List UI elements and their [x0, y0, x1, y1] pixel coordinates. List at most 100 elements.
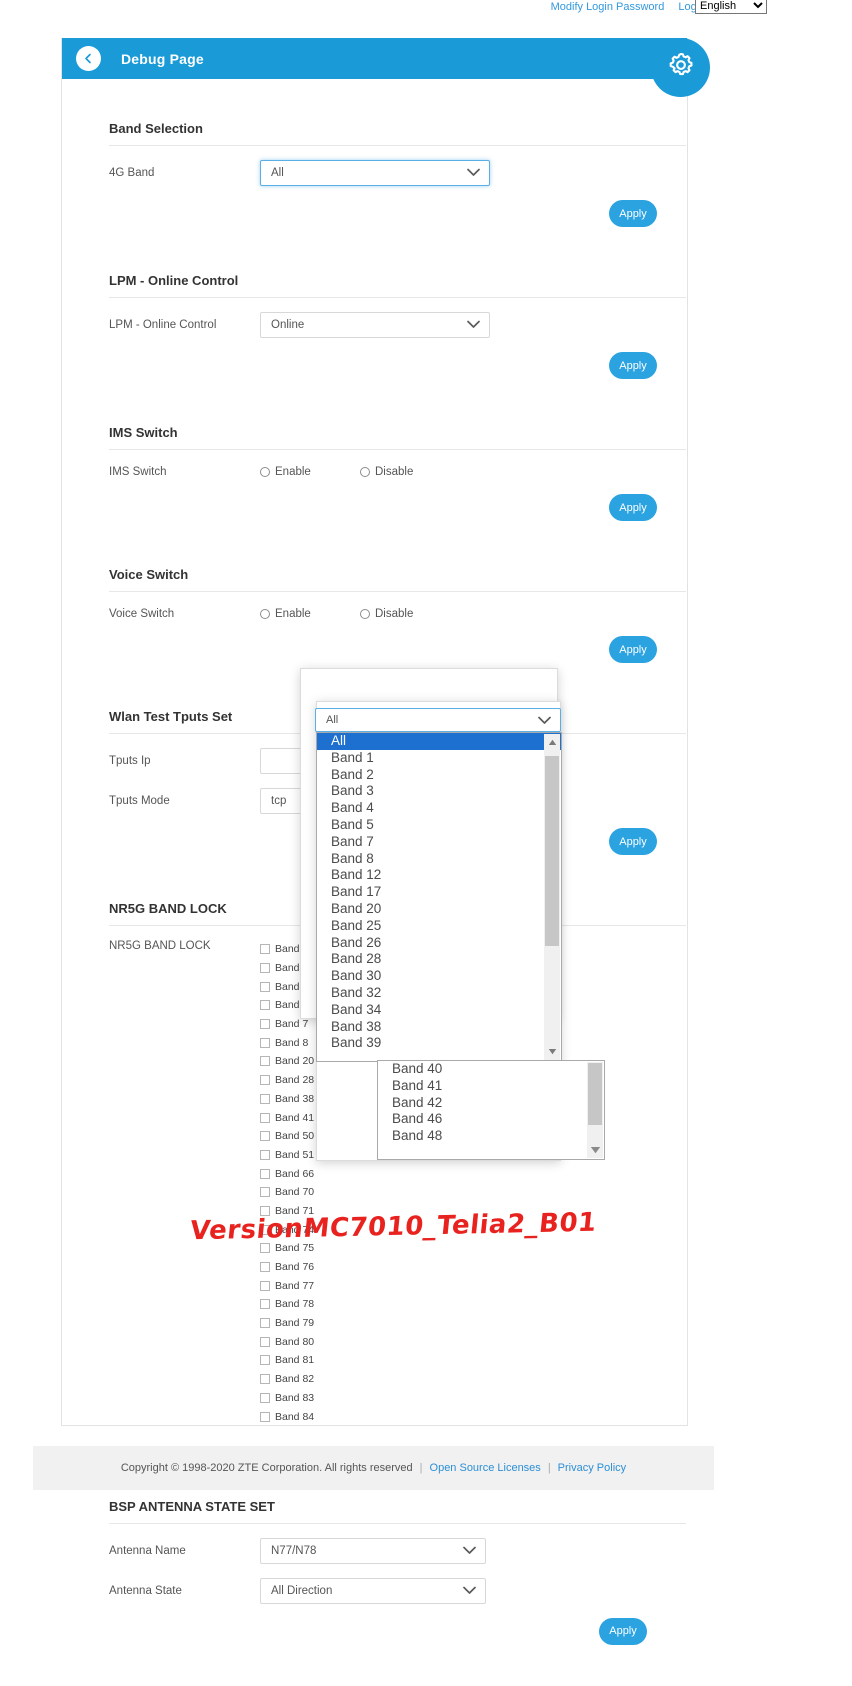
dropdown-option[interactable]: Band 25 [317, 918, 561, 935]
footer-separator: | [547, 1462, 551, 1474]
dropdown-option[interactable]: Band 20 [317, 901, 561, 918]
band-checkbox-item[interactable]: Band 66 [260, 1164, 314, 1183]
radio-circle-icon [260, 467, 270, 477]
apply-button-wlan[interactable]: Apply [609, 828, 657, 855]
band-checkbox-item[interactable]: Band 38 [260, 1090, 314, 1109]
band-checkbox-item[interactable]: Band 79 [260, 1314, 314, 1333]
dropdown-option[interactable]: Band 48 [378, 1128, 604, 1145]
checkbox-icon [260, 1187, 270, 1198]
band-checkbox-item[interactable]: Band 80 [260, 1332, 314, 1351]
privacy-policy-link[interactable]: Privacy Policy [558, 1462, 626, 1474]
label-nr5g-band-lock: NR5G BAND LOCK [109, 940, 211, 952]
checkbox-icon [260, 1392, 270, 1403]
checkbox-icon [260, 1056, 270, 1067]
chevron-down-icon [538, 716, 551, 728]
scrollbar-thumb[interactable] [545, 756, 559, 946]
radio-circle-icon [260, 609, 270, 619]
scroll-down-arrow-icon[interactable] [544, 1043, 560, 1060]
dropdown-option[interactable]: Band 2 [317, 767, 561, 784]
apply-wrap-band-selection: Apply [62, 186, 687, 243]
dropdown-option[interactable]: Band 40 [378, 1061, 604, 1078]
dropdown-option[interactable]: Band 30 [317, 968, 561, 985]
checkbox-icon [260, 944, 270, 955]
band-checkbox-item[interactable]: Band 84 [260, 1407, 314, 1426]
footer-separator: | [419, 1462, 423, 1474]
dropdown-option[interactable]: Band 8 [317, 851, 561, 868]
band-checkbox-item[interactable]: Band 8 [260, 1033, 314, 1052]
dropdown-option[interactable]: Band 41 [378, 1078, 604, 1095]
checkbox-icon [260, 1093, 270, 1104]
dropdown-option[interactable]: Band 3 [317, 783, 561, 800]
dropdown-option[interactable]: Band 17 [317, 884, 561, 901]
row-antenna-name: Antenna Name N77/N78 [62, 1524, 687, 1564]
radio-ims-disable-label: Disable [375, 466, 414, 478]
dropdown-option[interactable]: Band 5 [317, 817, 561, 834]
open-dropdown-option-list[interactable]: All Band 1 Band 2 Band 3 Band 4 Band 5 Band 7B… [316, 732, 562, 1062]
dropdown-option[interactable]: Band 38 [317, 1019, 561, 1036]
band-checkbox-label: Band 7 [275, 1018, 309, 1031]
modify-login-password-link[interactable]: Modify Login Password [551, 1, 665, 13]
section-title-voice: Voice Switch [109, 567, 189, 582]
control-antenna-state: All Direction [260, 1577, 486, 1604]
band-checkbox-label: Band 76 [275, 1261, 315, 1274]
select-lpm[interactable]: Online [260, 312, 490, 338]
dropdown-option[interactable]: Band 32 [317, 985, 561, 1002]
select-antenna-name[interactable]: N77/N78 [260, 1537, 486, 1564]
checkbox-icon [260, 1168, 270, 1179]
dropdown-option[interactable]: All [317, 733, 561, 750]
band-checkbox-item[interactable]: Band 28 [260, 1071, 314, 1090]
dropdown-option[interactable]: Band 4 [317, 800, 561, 817]
section-title-band-selection: Band Selection [109, 121, 203, 136]
dropdown-option[interactable]: Band 42 [378, 1095, 604, 1112]
band-checkbox-item[interactable]: Band 51 [260, 1146, 314, 1165]
apply-button-lpm[interactable]: Apply [609, 352, 657, 379]
band-checkbox-item[interactable]: Band 78 [260, 1295, 314, 1314]
band-checkbox-item[interactable]: Band 50 [260, 1127, 314, 1146]
radio-ims-disable[interactable]: Disable [360, 466, 460, 478]
radio-ims-enable[interactable]: Enable [260, 466, 360, 478]
scroll-up-arrow-icon[interactable] [544, 734, 560, 751]
band-checkbox-item[interactable]: Band 77 [260, 1276, 314, 1295]
radio-voice-disable[interactable]: Disable [360, 608, 460, 620]
checkbox-icon [260, 1037, 270, 1048]
select-antenna-state[interactable]: All Direction [260, 1577, 486, 1604]
select-4g-band[interactable]: All [260, 160, 490, 186]
dropdown-option[interactable]: Band 28 [317, 951, 561, 968]
back-button[interactable] [76, 46, 101, 71]
apply-button-voice[interactable]: Apply [609, 636, 657, 663]
checkbox-icon [260, 1355, 270, 1366]
band-checkbox-item[interactable]: Band 81 [260, 1351, 314, 1370]
dropdown-option[interactable]: Band 34 [317, 1002, 561, 1019]
open-dropdown-select-box[interactable]: All [315, 708, 561, 732]
apply-button-band-selection[interactable]: Apply [609, 200, 657, 227]
apply-button-ims[interactable]: Apply [609, 494, 657, 521]
dropdown-option[interactable]: Band 7 [317, 834, 561, 851]
label-lpm: LPM - Online Control [109, 319, 217, 331]
dropdown-option[interactable]: Band 26 [317, 935, 561, 952]
dropdown-option[interactable]: Band 39 [317, 1035, 561, 1052]
dropdown-scrollbar[interactable] [544, 734, 560, 1060]
control-antenna-name: N77/N78 [260, 1537, 486, 1564]
radio-voice-enable[interactable]: Enable [260, 608, 360, 620]
open-dropdown-overflow-list[interactable]: Band 40 Band 41 Band 42 Band 46 Band 48 [377, 1060, 605, 1160]
band-checkbox-item[interactable]: Band 82 [260, 1370, 314, 1389]
band-checkbox-item[interactable]: Band 83 [260, 1389, 314, 1408]
dropdown-overflow-scrollbar[interactable] [587, 1062, 603, 1158]
label-tputs-ip: Tputs Ip [109, 755, 151, 767]
dropdown-option[interactable]: Band 12 [317, 867, 561, 884]
band-checkbox-item[interactable]: Band 70 [260, 1183, 314, 1202]
band-checkbox-item[interactable]: Band 76 [260, 1258, 314, 1277]
band-checkbox-label: Band 20 [275, 1055, 315, 1068]
language-select[interactable]: English [695, 0, 767, 14]
scroll-down-arrow-icon[interactable] [587, 1141, 603, 1158]
scrollbar-thumb[interactable] [588, 1063, 602, 1125]
apply-button-bsp[interactable]: Apply [599, 1617, 647, 1645]
dropdown-option[interactable]: Band 1 [317, 750, 561, 767]
band-checkbox-item[interactable]: Band 41 [260, 1108, 314, 1127]
band-checkbox-item[interactable]: Band 20 [260, 1052, 314, 1071]
label-4g-band: 4G Band [109, 167, 155, 179]
apply-wrap-ims: Apply [62, 480, 687, 537]
dropdown-option[interactable]: Band 46 [378, 1111, 604, 1128]
open-source-licenses-link[interactable]: Open Source Licenses [430, 1462, 541, 1474]
open-dropdown-overflow-options: Band 40 Band 41 Band 42 Band 46 Band 48 [378, 1061, 604, 1145]
